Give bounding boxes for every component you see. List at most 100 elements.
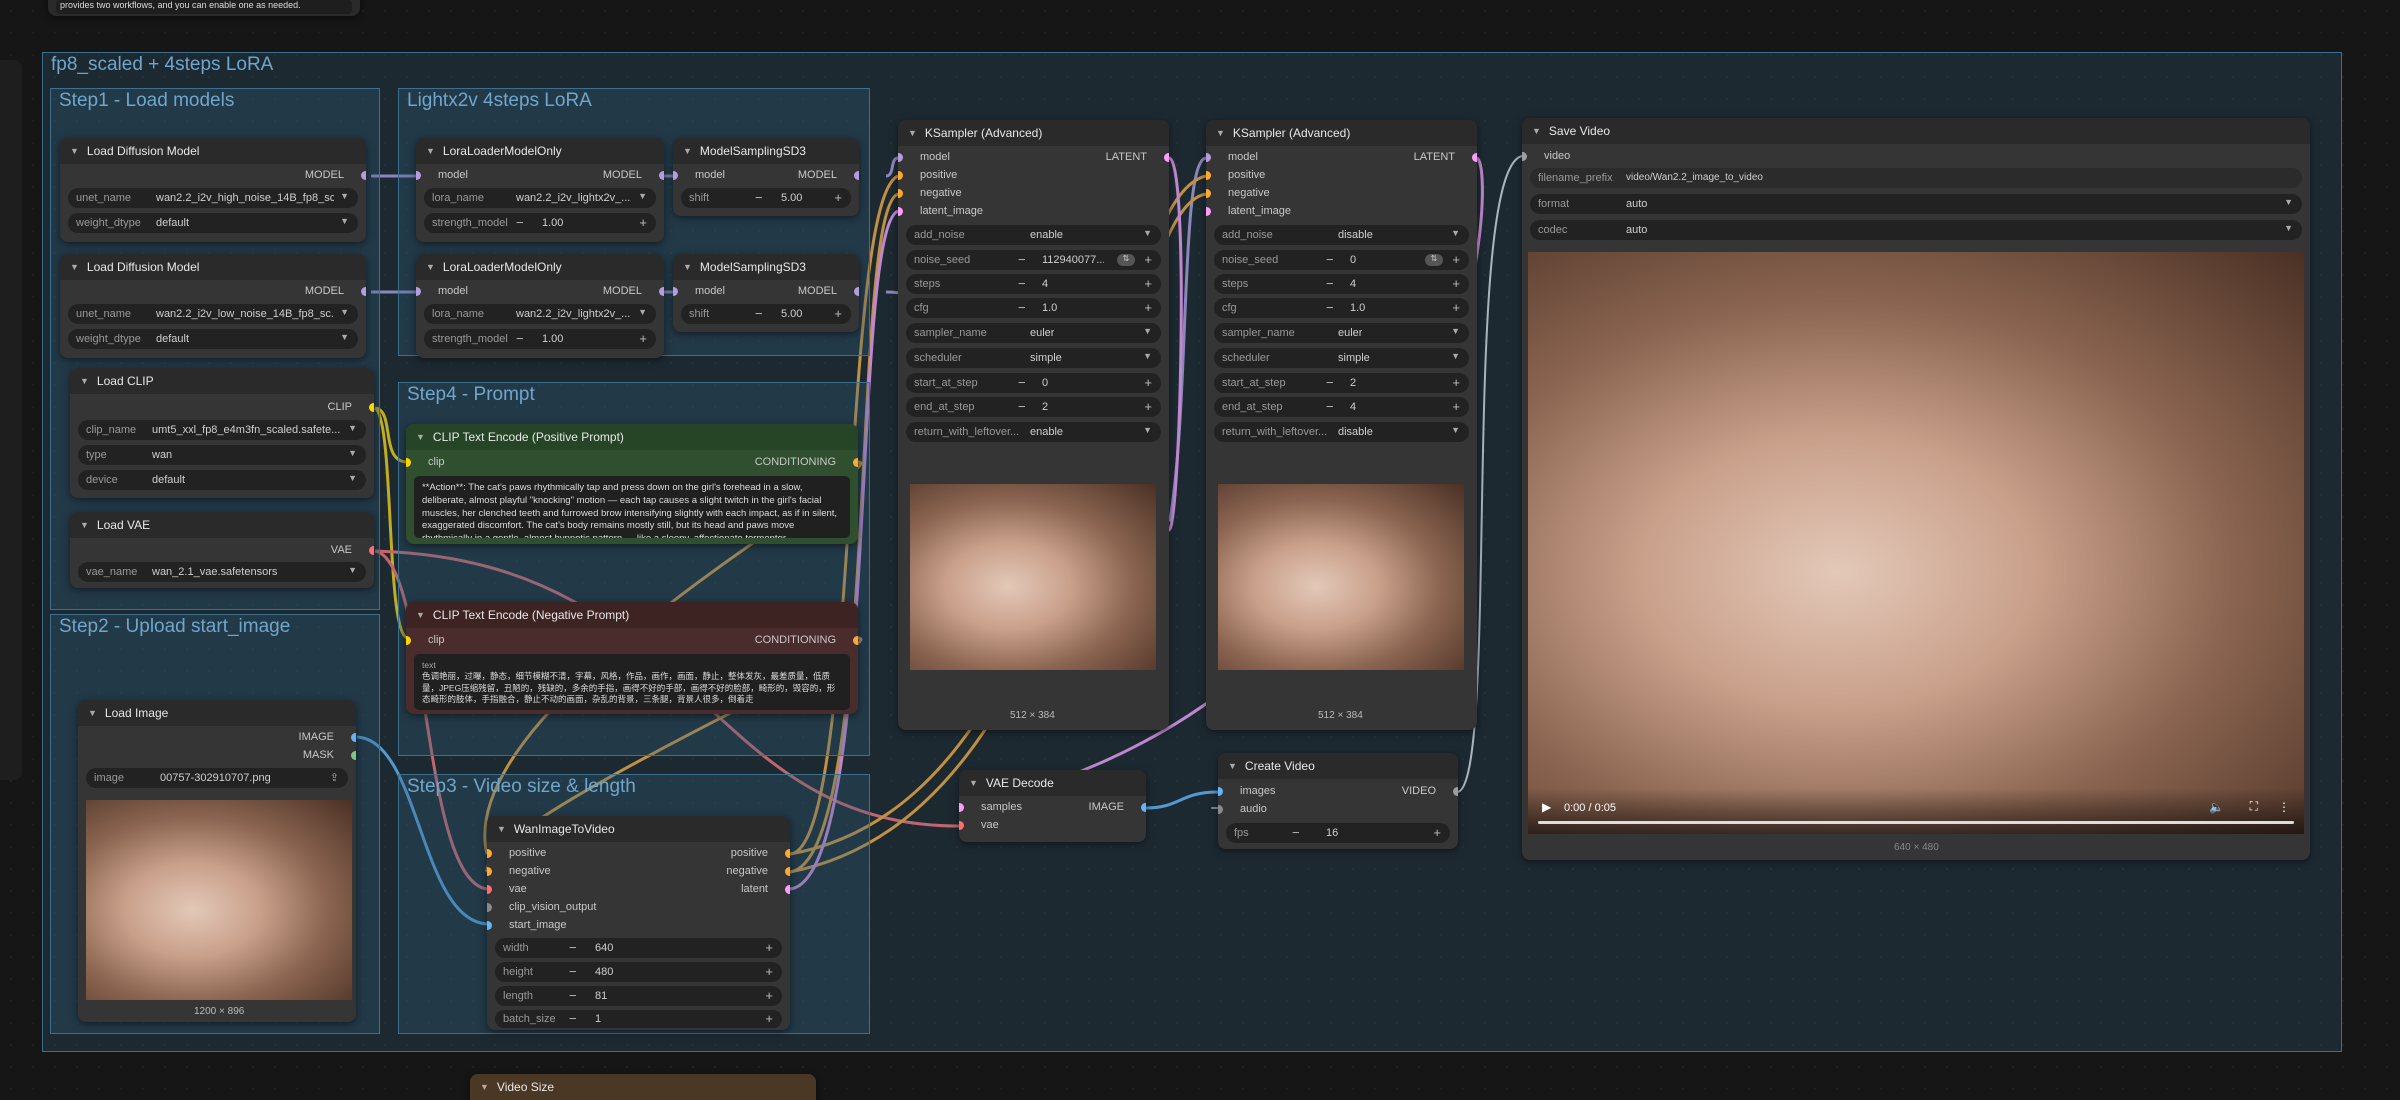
- input-model-dot[interactable]: [673, 171, 678, 180]
- node-clip-text-encode-positive[interactable]: ▼ CLIP Text Encode (Positive Prompt) clip…: [406, 424, 858, 544]
- format-select[interactable]: format auto ▼: [1530, 194, 2302, 214]
- input-start-image-dot[interactable]: [487, 921, 492, 930]
- node-load-diffusion-low[interactable]: ▼ Load Diffusion Model MODEL unet_name wan…: [60, 254, 366, 358]
- return-leftover-select[interactable]: return_with_leftover... enable ▼: [906, 422, 1161, 442]
- collapse-icon[interactable]: ▼: [426, 146, 435, 156]
- node-lora-loader-1[interactable]: ▼ LoraLoaderModelOnly model MODEL lora_nam…: [416, 138, 664, 242]
- input-vae-dot[interactable]: [959, 821, 964, 830]
- negative-prompt-textarea[interactable]: text 色调艳丽，过曝，静态，细节模糊不清，字幕，风格，作品，画作，画面，静止，…: [414, 654, 850, 710]
- input-model-dot[interactable]: [673, 287, 678, 296]
- input-model-dot[interactable]: [1206, 153, 1211, 162]
- filename-prefix-input[interactable]: filename_prefix video/Wan2.2_image_to_vid…: [1530, 168, 2302, 188]
- input-audio-dot[interactable]: [1218, 805, 1223, 814]
- output-latent-dot[interactable]: [1472, 153, 1477, 162]
- input-samples-dot[interactable]: [959, 803, 964, 812]
- start-at-step-stepper[interactable]: start_at_step −2 +: [1214, 373, 1469, 393]
- collapse-icon[interactable]: ▼: [426, 262, 435, 272]
- lora-name-select[interactable]: lora_name wan2.2_i2v_lightx2v_... ▼: [424, 188, 656, 208]
- input-model-dot[interactable]: [416, 287, 421, 296]
- output-conditioning-dot[interactable]: [853, 458, 858, 467]
- input-negative-dot[interactable]: [487, 867, 492, 876]
- collapse-icon[interactable]: ▼: [88, 708, 97, 718]
- weight-dtype-select[interactable]: weight_dtype default ▼: [68, 329, 358, 349]
- cfg-stepper[interactable]: cfg −1.0 +: [906, 298, 1161, 318]
- vae-name-select[interactable]: vae_name wan_2.1_vae.safetensors ▼: [78, 562, 366, 582]
- end-at-step-stepper[interactable]: end_at_step −2 +: [906, 397, 1161, 417]
- left-panel-edge[interactable]: [0, 60, 22, 780]
- noise-seed-stepper[interactable]: noise_seed −0 ⇅ +: [1214, 250, 1469, 270]
- input-latent-dot[interactable]: [1206, 207, 1211, 216]
- strength-model-stepper[interactable]: strength_model −1.00 +: [424, 213, 656, 233]
- randomize-icon[interactable]: ⇅: [1117, 254, 1135, 266]
- image-file-select[interactable]: image 00757-302910707.png ⇪: [86, 768, 348, 788]
- node-clip-text-encode-negative[interactable]: ▼ CLIP Text Encode (Negative Prompt) clip…: [406, 602, 858, 714]
- node-load-vae[interactable]: ▼ Load VAE VAE vae_name wan_2.1_vae.safete…: [70, 512, 374, 588]
- play-icon[interactable]: ▶: [1542, 800, 1551, 814]
- node-video-size[interactable]: ▼ Video Size: [470, 1074, 816, 1100]
- node-ksampler-advanced-1[interactable]: ▼ KSampler (Advanced) model LATENT positiv…: [898, 120, 1169, 730]
- output-video-dot[interactable]: [1453, 787, 1458, 796]
- length-stepper[interactable]: length −81 +: [495, 986, 782, 1006]
- collapse-icon[interactable]: ▼: [416, 610, 425, 620]
- input-positive-dot[interactable]: [898, 171, 903, 180]
- collapse-icon[interactable]: ▼: [683, 262, 692, 272]
- collapse-icon[interactable]: ▼: [80, 520, 89, 530]
- scheduler-select[interactable]: scheduler simple ▼: [906, 348, 1161, 368]
- node-ksampler-advanced-2[interactable]: ▼ KSampler (Advanced) model LATENT positiv…: [1206, 120, 1477, 730]
- height-stepper[interactable]: height −480 +: [495, 962, 782, 982]
- input-model-dot[interactable]: [898, 153, 903, 162]
- shift-stepper[interactable]: shift −5.00 +: [681, 304, 851, 324]
- collapse-icon[interactable]: ▼: [480, 1082, 489, 1092]
- output-image-dot[interactable]: [1141, 803, 1146, 812]
- sampler-name-select[interactable]: sampler_name euler ▼: [1214, 323, 1469, 343]
- workflow-canvas[interactable]: provides two workflows, and you can enab…: [0, 0, 2400, 1100]
- batch-size-stepper[interactable]: batch_size −1 +: [495, 1010, 782, 1028]
- strength-model-stepper[interactable]: strength_model −1.00 +: [424, 329, 656, 349]
- input-negative-dot[interactable]: [1206, 189, 1211, 198]
- input-positive-dot[interactable]: [1206, 171, 1211, 180]
- output-conditioning-dot[interactable]: [853, 636, 858, 645]
- collapse-icon[interactable]: ▼: [416, 432, 425, 442]
- output-latent-dot[interactable]: [785, 885, 790, 894]
- input-clip-dot[interactable]: [406, 636, 411, 645]
- output-model-dot[interactable]: [854, 287, 859, 296]
- output-model-dot[interactable]: [659, 287, 664, 296]
- add-noise-select[interactable]: add_noise enable ▼: [906, 225, 1161, 245]
- steps-stepper[interactable]: steps −4 +: [906, 274, 1161, 294]
- input-images-dot[interactable]: [1218, 787, 1223, 796]
- video-progress-bar[interactable]: [1538, 821, 2294, 824]
- collapse-icon[interactable]: ▼: [70, 262, 79, 272]
- clip-name-select[interactable]: clip_name umt5_xxl_fp8_e4m3fn_scaled.safe…: [78, 420, 366, 440]
- collapse-icon[interactable]: ▼: [908, 128, 917, 138]
- output-model-dot[interactable]: [659, 171, 664, 180]
- end-at-step-stepper[interactable]: end_at_step −4 +: [1214, 397, 1469, 417]
- node-load-diffusion-high[interactable]: ▼ Load Diffusion Model MODEL unet_name wan…: [60, 138, 366, 242]
- output-image-dot[interactable]: [351, 733, 356, 742]
- input-negative-dot[interactable]: [898, 189, 903, 198]
- node-load-image[interactable]: ▼ Load Image IMAGE MASK image 00757-302910…: [78, 700, 356, 1022]
- unet-name-select[interactable]: unet_name wan2.2_i2v_high_noise_14B_fp8_s…: [68, 188, 358, 208]
- collapse-icon[interactable]: ▼: [1216, 128, 1225, 138]
- codec-select[interactable]: codec auto ▼: [1530, 220, 2302, 240]
- input-clip-dot[interactable]: [406, 458, 411, 467]
- lora-name-select[interactable]: lora_name wan2.2_i2v_lightx2v_... ▼: [424, 304, 656, 324]
- cfg-stepper[interactable]: cfg −1.0 +: [1214, 298, 1469, 318]
- fullscreen-icon[interactable]: ⛶: [2250, 799, 2258, 814]
- shift-stepper[interactable]: shift −5.00 +: [681, 188, 851, 208]
- node-create-video[interactable]: ▼ Create Video images VIDEO audio fps −16 +: [1218, 753, 1458, 849]
- collapse-icon[interactable]: ▼: [80, 376, 89, 386]
- device-select[interactable]: device default ▼: [78, 470, 366, 490]
- output-positive-dot[interactable]: [785, 849, 790, 858]
- collapse-icon[interactable]: ▼: [683, 146, 692, 156]
- start-at-step-stepper[interactable]: start_at_step −0 +: [906, 373, 1161, 393]
- input-clip-vision-dot[interactable]: [487, 903, 492, 912]
- video-player[interactable]: ▶ 0:00 / 0:05 🔈 ⛶ ⋮: [1528, 252, 2304, 834]
- unet-name-select[interactable]: unet_name wan2.2_i2v_low_noise_14B_fp8_sc…: [68, 304, 358, 324]
- input-video-dot[interactable]: [1522, 152, 1527, 161]
- output-mask-dot[interactable]: [351, 751, 356, 760]
- collapse-icon[interactable]: ▼: [1532, 126, 1541, 136]
- input-vae-dot[interactable]: [487, 885, 492, 894]
- add-noise-select[interactable]: add_noise disable ▼: [1214, 225, 1469, 245]
- collapse-icon[interactable]: ▼: [70, 146, 79, 156]
- input-latent-dot[interactable]: [898, 207, 903, 216]
